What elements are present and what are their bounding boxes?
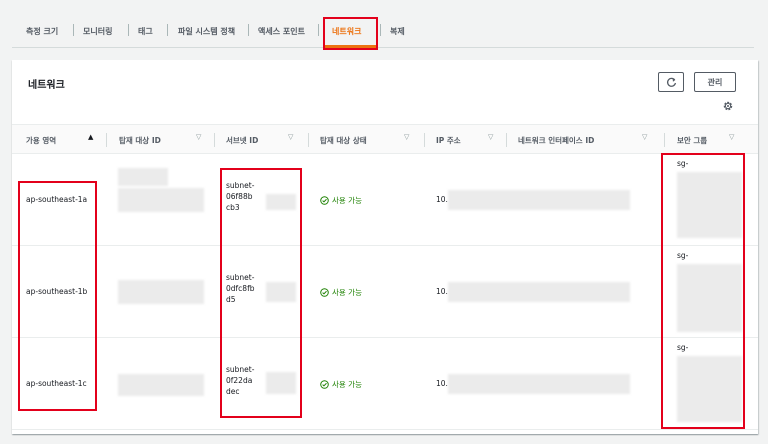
sort-ascending-icon[interactable]: ▲ bbox=[88, 133, 93, 141]
status-badge: 사용 가능 bbox=[320, 379, 362, 390]
tab-metrics[interactable]: 측정 크기 bbox=[26, 26, 58, 37]
column-divider bbox=[214, 133, 215, 147]
status-text: 사용 가능 bbox=[332, 288, 362, 297]
redacted-mount-target-id bbox=[118, 168, 168, 186]
tab-bar: 측정 크기 모니터링 태그 파일 시스템 정책 액세스 포인트 네트워크 복제 bbox=[12, 14, 754, 48]
check-circle-icon bbox=[320, 196, 329, 205]
column-divider bbox=[106, 133, 107, 147]
availability-zone-highlight bbox=[18, 181, 97, 411]
redacted-mount-target-id bbox=[118, 188, 204, 212]
tab-access-points[interactable]: 액세스 포인트 bbox=[258, 26, 305, 37]
column-divider bbox=[308, 133, 309, 147]
status-badge: 사용 가능 bbox=[320, 287, 362, 298]
table-row: ap-southeast-1a subnet- 06f88b cb3 사용 가능… bbox=[12, 154, 758, 246]
tab-divider bbox=[73, 24, 74, 36]
tab-divider bbox=[248, 24, 249, 36]
col-mount-target-state[interactable]: 탑재 대상 상태 bbox=[320, 135, 367, 146]
table-row: ap-southeast-1b subnet- 0dfc8fb d5 사용 가능… bbox=[12, 246, 758, 338]
check-circle-icon bbox=[320, 288, 329, 297]
subnet-id-highlight bbox=[220, 168, 302, 418]
col-security-groups[interactable]: 보안 그룹 bbox=[677, 135, 707, 146]
tab-divider bbox=[167, 24, 168, 36]
tab-replication[interactable]: 복제 bbox=[390, 26, 405, 37]
gear-icon[interactable] bbox=[722, 100, 734, 112]
network-tab-highlight bbox=[323, 17, 378, 50]
col-network-interface-id[interactable]: 네트워크 인터페이스 ID bbox=[518, 135, 594, 146]
col-ip-address[interactable]: IP 주소 bbox=[436, 135, 461, 146]
manage-button[interactable]: 관리 bbox=[694, 72, 736, 92]
table-row: ap-southeast-1c subnet- 0f22da dec 사용 가능… bbox=[12, 338, 758, 430]
tab-monitoring[interactable]: 모니터링 bbox=[83, 26, 112, 37]
sort-icon[interactable]: ▽ bbox=[288, 133, 293, 141]
status-text: 사용 가능 bbox=[332, 196, 362, 205]
ip-address: 10. bbox=[436, 287, 448, 296]
ip-address: 10. bbox=[436, 195, 448, 204]
redacted-network-interface bbox=[448, 282, 630, 302]
sort-icon[interactable]: ▽ bbox=[404, 133, 409, 141]
ip-address: 10. bbox=[436, 379, 448, 388]
refresh-button[interactable] bbox=[658, 72, 684, 92]
column-divider bbox=[424, 133, 425, 147]
col-subnet-id[interactable]: 서브넷 ID bbox=[226, 135, 258, 146]
redacted-mount-target-id bbox=[118, 374, 204, 396]
redacted-network-interface bbox=[448, 374, 630, 394]
column-divider bbox=[506, 133, 507, 147]
tab-divider bbox=[128, 24, 129, 36]
panel-title: 네트워크 bbox=[28, 80, 65, 91]
sort-icon[interactable]: ▽ bbox=[196, 133, 201, 141]
col-availability-zone[interactable]: 가용 영역 bbox=[26, 135, 56, 146]
status-badge: 사용 가능 bbox=[320, 195, 362, 206]
sort-icon[interactable]: ▽ bbox=[642, 133, 647, 141]
tab-divider bbox=[318, 24, 319, 36]
network-panel: 네트워크 관리 가용 영역 ▲ 탑재 대상 ID ▽ 서브넷 ID ▽ 탑재 대… bbox=[12, 60, 758, 434]
status-text: 사용 가능 bbox=[332, 380, 362, 389]
check-circle-icon bbox=[320, 380, 329, 389]
redacted-network-interface bbox=[448, 190, 630, 210]
redacted-mount-target-id bbox=[118, 280, 204, 304]
column-divider bbox=[664, 133, 665, 147]
tab-tags[interactable]: 태그 bbox=[138, 26, 153, 37]
sort-icon[interactable]: ▽ bbox=[488, 133, 493, 141]
tab-file-system-policy[interactable]: 파일 시스템 정책 bbox=[178, 26, 235, 37]
col-mount-target-id[interactable]: 탑재 대상 ID bbox=[119, 135, 161, 146]
table-header: 가용 영역 ▲ 탑재 대상 ID ▽ 서브넷 ID ▽ 탑재 대상 상태 ▽ I… bbox=[12, 124, 758, 154]
tab-divider bbox=[380, 24, 381, 36]
security-group-highlight bbox=[661, 153, 745, 429]
refresh-icon bbox=[666, 77, 676, 87]
sort-icon[interactable]: ▽ bbox=[729, 133, 734, 141]
